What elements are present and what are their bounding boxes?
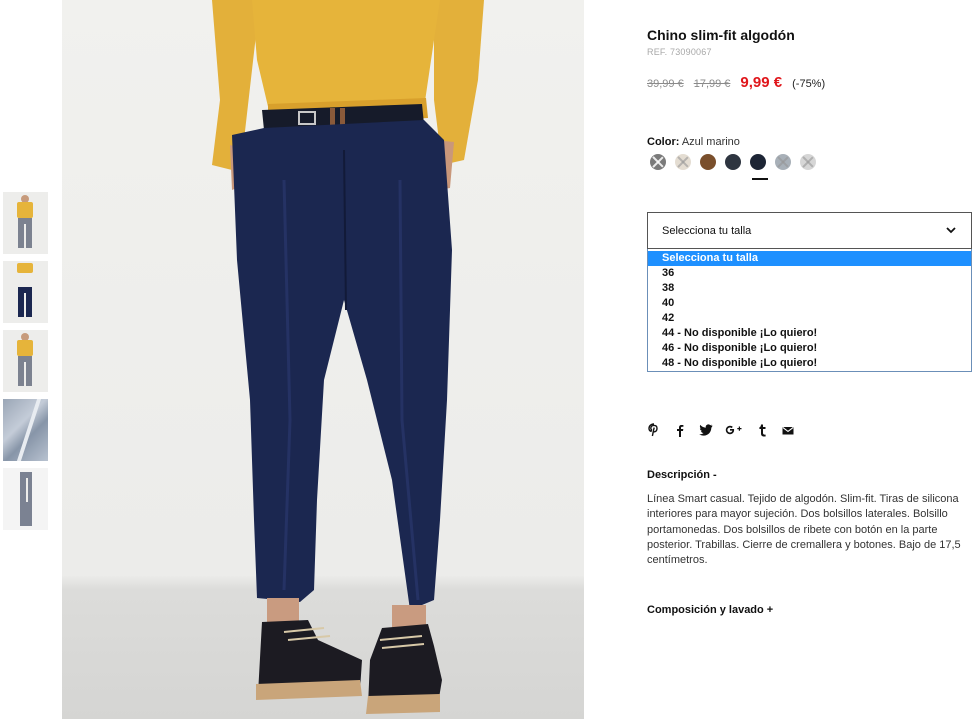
color-swatches bbox=[650, 154, 825, 170]
facebook-icon[interactable] bbox=[673, 423, 687, 437]
composition-heading[interactable]: Composición y lavado + bbox=[647, 604, 773, 616]
thumbnail-flat-lay[interactable] bbox=[3, 468, 48, 530]
selected-swatch-indicator bbox=[752, 178, 768, 180]
google-plus-icon[interactable] bbox=[725, 423, 743, 437]
color-swatch-azul-marino[interactable] bbox=[750, 154, 766, 170]
thumbnail-back[interactable] bbox=[3, 330, 48, 392]
thumbnail-strip bbox=[3, 192, 48, 537]
size-option-42[interactable]: 42 bbox=[648, 311, 971, 326]
color-swatch-beige[interactable] bbox=[675, 154, 691, 170]
price-row: 39,99 € 17,99 € 9,99 € (-75%) bbox=[647, 74, 825, 91]
twitter-icon[interactable] bbox=[699, 423, 713, 437]
size-option-46[interactable]: 46 - No disponible ¡Lo quiero! bbox=[648, 341, 971, 356]
price-previous: 17,99 € bbox=[693, 78, 731, 90]
tumblr-icon[interactable] bbox=[755, 423, 769, 437]
email-icon[interactable] bbox=[781, 423, 795, 437]
share-icons bbox=[647, 423, 807, 437]
chevron-down-icon bbox=[946, 227, 956, 234]
color-swatch-gris-azulado[interactable] bbox=[775, 154, 791, 170]
size-option-40[interactable]: 40 bbox=[648, 296, 971, 311]
size-option-36[interactable]: 36 bbox=[648, 266, 971, 281]
color-label: Color: bbox=[647, 136, 680, 148]
color-swatch-marron[interactable] bbox=[700, 154, 716, 170]
thumbnail-fabric-detail[interactable] bbox=[3, 399, 48, 461]
description-heading[interactable]: Descripción - bbox=[647, 469, 717, 481]
price-original: 39,99 € bbox=[647, 78, 684, 90]
product-title: Chino slim-fit algodón bbox=[647, 27, 795, 43]
color-row: Color: Azul marino bbox=[647, 136, 740, 148]
color-swatch-gris[interactable] bbox=[650, 154, 666, 170]
size-option-38[interactable]: 38 bbox=[648, 281, 971, 296]
color-swatch-gris-claro[interactable] bbox=[800, 154, 816, 170]
size-option-48[interactable]: 48 - No disponible ¡Lo quiero! bbox=[648, 356, 971, 371]
color-swatch-azul-oscuro[interactable] bbox=[725, 154, 741, 170]
description-text: Línea Smart casual. Tejido de algodón. S… bbox=[647, 493, 961, 567]
model-illustration bbox=[212, 0, 484, 714]
thumbnail-closeup[interactable] bbox=[3, 261, 48, 323]
product-reference: REF. 73090067 bbox=[647, 47, 712, 57]
size-select-value: Selecciona tu talla bbox=[662, 225, 752, 237]
color-value: Azul marino bbox=[681, 136, 740, 148]
size-select[interactable]: Selecciona tu talla bbox=[647, 212, 972, 249]
size-option-placeholder[interactable]: Selecciona tu talla bbox=[648, 251, 971, 266]
discount-badge: (-75%) bbox=[792, 78, 826, 90]
size-dropdown-list: Selecciona tu talla 36 38 40 42 44 - No … bbox=[647, 249, 972, 372]
product-main-image[interactable] bbox=[62, 0, 584, 719]
price-current: 9,99 € bbox=[740, 74, 783, 91]
size-option-44[interactable]: 44 - No disponible ¡Lo quiero! bbox=[648, 326, 971, 341]
thumbnail-front[interactable] bbox=[3, 192, 48, 254]
pinterest-icon[interactable] bbox=[647, 423, 661, 437]
